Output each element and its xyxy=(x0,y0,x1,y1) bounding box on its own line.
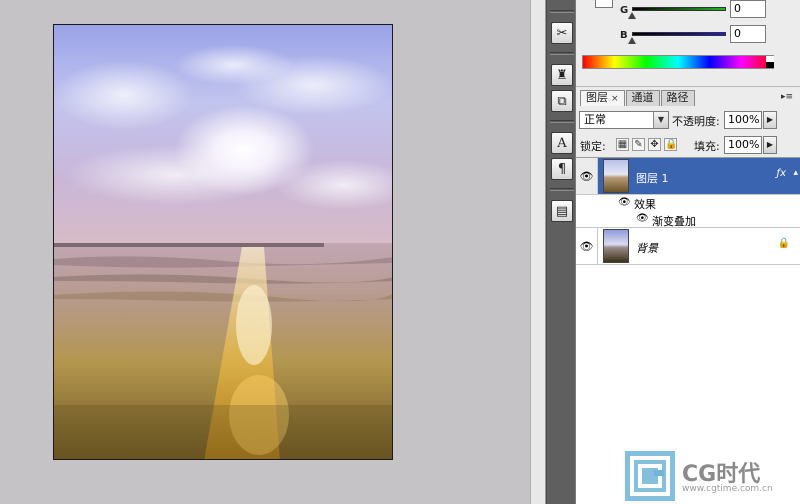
fill-label: 填充: xyxy=(694,140,720,153)
effects-row[interactable]: 👁 效果 xyxy=(576,195,800,211)
channel-label-b: B xyxy=(620,30,628,41)
tab-paths[interactable]: 路径 xyxy=(660,90,695,106)
tab-close-icon[interactable]: × xyxy=(611,94,619,104)
layer-name[interactable]: 背景 xyxy=(636,240,658,256)
layer-name[interactable]: 图层 1 xyxy=(636,170,669,186)
lock-all-icon[interactable]: 🔒 xyxy=(664,138,677,151)
opacity-input[interactable]: 100% xyxy=(724,111,762,129)
dock-separator xyxy=(550,188,574,191)
cgtime-logo-icon xyxy=(625,451,675,501)
fill-input[interactable]: 100% xyxy=(724,136,762,154)
chevron-up-icon[interactable]: ▴ xyxy=(793,168,798,178)
foreground-swatch[interactable] xyxy=(595,0,613,8)
layer-thumbnail xyxy=(603,229,629,263)
lock-icon: 🔒 xyxy=(777,238,790,249)
blend-opacity-row: 正常 ▼ 不透明度: 100% ▶ xyxy=(576,109,800,131)
opacity-arrow-icon[interactable]: ▶ xyxy=(763,111,777,129)
chevron-down-icon[interactable]: ▼ xyxy=(653,112,668,128)
document-image[interactable] xyxy=(53,24,393,460)
panel-splitter[interactable] xyxy=(530,0,546,504)
green-value-input[interactable]: 0 xyxy=(730,0,766,18)
lock-fill-row: 锁定: ▦ ✎ ✥ 🔒 填充: 100% ▶ xyxy=(576,134,800,156)
dock-separator xyxy=(550,120,574,123)
layers-panel: 图层 × 通道 路径 ▸≡ 正常 ▼ 不透明度: 100% ▶ 锁定: ▦ ✎ ✥… xyxy=(576,86,800,504)
tab-layers[interactable]: 图层 × xyxy=(580,90,625,106)
layer-row-layer1[interactable]: 👁 图层 1 ƒx ▴ xyxy=(576,158,800,195)
lock-transparent-icon[interactable]: ▦ xyxy=(616,138,629,151)
green-slider-thumb[interactable] xyxy=(628,12,636,19)
tab-channels[interactable]: 通道 xyxy=(625,90,660,106)
blend-mode-select[interactable]: 正常 ▼ xyxy=(579,111,669,129)
canvas-area[interactable] xyxy=(0,0,530,504)
watermark-url: www.cgtime.com.cn xyxy=(682,484,773,494)
tab-paths-label: 路径 xyxy=(666,91,689,104)
panel-menu-icon[interactable]: ▸≡ xyxy=(780,92,794,104)
watermark: CG时代 www.cgtime.com.cn xyxy=(624,450,800,504)
effect-name: 渐变叠加 xyxy=(652,215,696,228)
right-panels: G 0 B 0 图层 × 通道 路径 ▸≡ 正常 ▼ 不透明度: 100% ▶ … xyxy=(576,0,800,504)
color-spectrum[interactable] xyxy=(582,55,774,69)
paragraph-icon[interactable]: ¶ xyxy=(551,158,573,180)
eye-icon[interactable]: 👁 xyxy=(636,213,649,224)
opacity-label: 不透明度: xyxy=(672,115,720,128)
lock-label: 锁定: xyxy=(580,140,606,153)
panel-tabs: 图层 × 通道 路径 xyxy=(580,90,696,106)
dock-separator xyxy=(550,52,574,55)
blue-slider-thumb[interactable] xyxy=(628,37,636,44)
lock-image-icon[interactable]: ✎ xyxy=(632,138,645,151)
eye-icon[interactable]: 👁 xyxy=(576,228,598,264)
panel-dock: ✂ ♜ ⧉ A ¶ ▤ xyxy=(546,0,576,504)
lock-position-icon[interactable]: ✥ xyxy=(648,138,661,151)
channel-label-g: G xyxy=(620,5,629,16)
stamp-icon[interactable]: ♜ xyxy=(551,64,573,86)
blue-value-input[interactable]: 0 xyxy=(730,25,766,43)
blend-mode-value: 正常 xyxy=(584,113,606,126)
effect-gradient-overlay-row[interactable]: 👁 渐变叠加 xyxy=(576,211,800,228)
eye-icon[interactable]: 👁 xyxy=(618,197,631,208)
note-icon[interactable]: ▤ xyxy=(551,200,573,222)
scissors-icon[interactable]: ✂ xyxy=(551,22,573,44)
eye-icon[interactable]: 👁 xyxy=(576,158,598,194)
tab-layers-label: 图层 xyxy=(586,91,608,104)
green-slider[interactable] xyxy=(632,7,726,11)
layer-row-background[interactable]: 👁 背景 🔒 xyxy=(576,228,800,265)
text-icon[interactable]: A xyxy=(551,132,573,154)
effects-label: 效果 xyxy=(634,198,656,211)
color-panel: G 0 B 0 xyxy=(576,0,800,82)
fx-icon[interactable]: ƒx xyxy=(777,168,786,179)
copy-icon[interactable]: ⧉ xyxy=(551,90,573,112)
fill-arrow-icon[interactable]: ▶ xyxy=(763,136,777,154)
black-white-ramp[interactable] xyxy=(766,56,774,68)
blue-slider[interactable] xyxy=(632,32,726,36)
tab-channels-label: 通道 xyxy=(631,91,654,104)
dock-separator xyxy=(550,10,574,13)
layer-thumbnail xyxy=(603,159,629,193)
